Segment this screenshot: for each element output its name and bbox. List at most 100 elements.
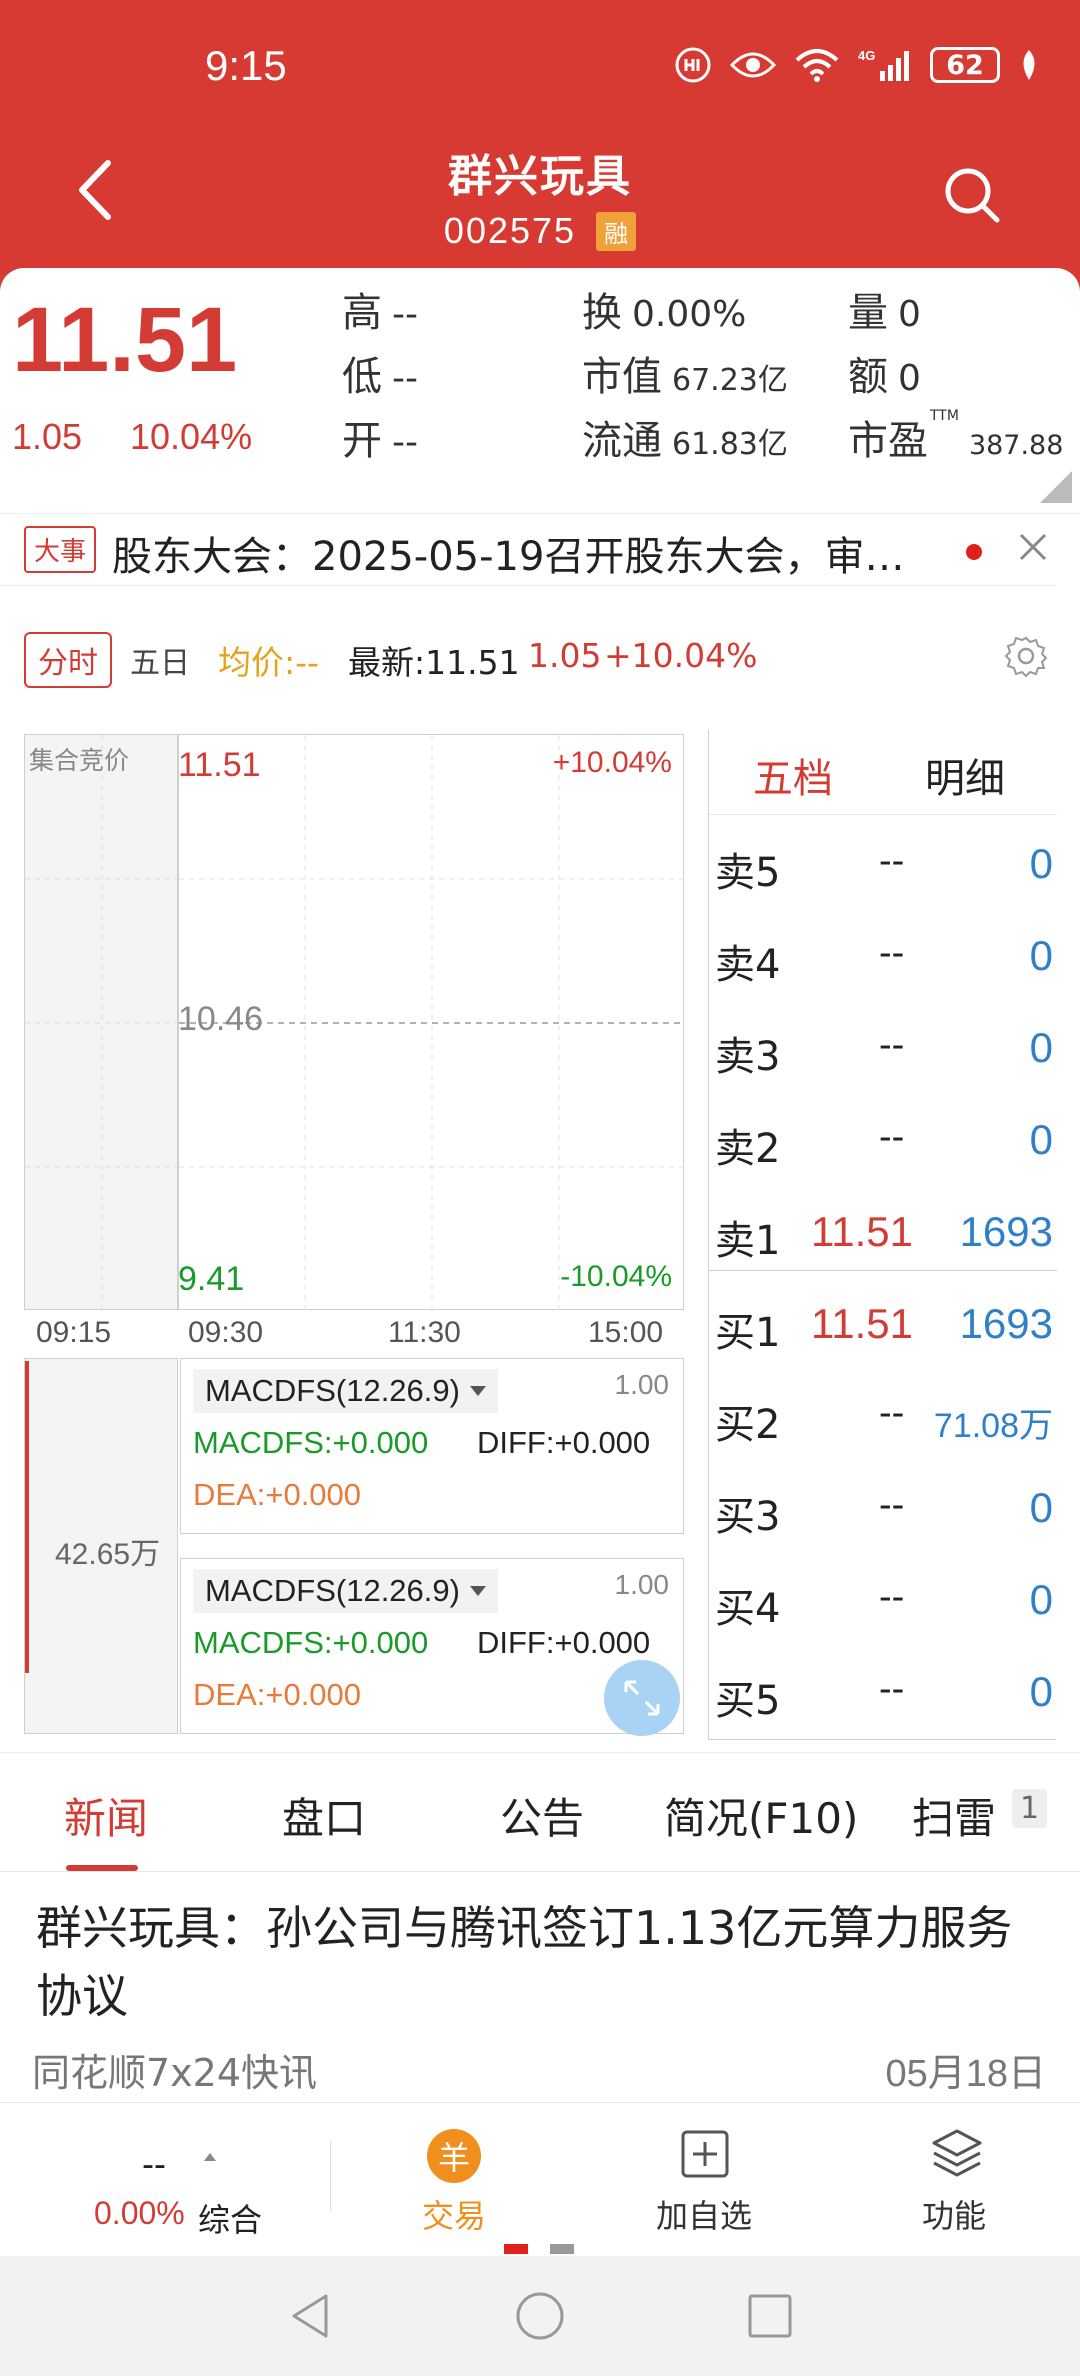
trade-icon[interactable]: 羊 [427,2129,481,2183]
dea-value: DEA:+0.000 [193,1477,362,1512]
trade-icon-glyph: 羊 [437,2139,470,2177]
chart-tab-bar: 分时 五日 均价:-- 最新:11.51 1.05 +10.04% [0,628,1080,688]
tab-five-level[interactable]: 五档 [753,746,833,804]
ob-volume: 0 [1029,1668,1053,1715]
indicator-select[interactable]: MACDFS(12.26.9) [193,1369,498,1413]
nav-back-icon[interactable] [282,2288,338,2344]
ob-price: -- [879,1116,905,1158]
buy-row[interactable]: 买3 -- 0 [709,1462,1057,1554]
sell-row[interactable]: 卖5 -- 0 [709,818,1057,910]
amount-value: 0 [898,358,921,399]
avg-price: 均价:-- [218,643,319,682]
caret-up-icon [204,2153,216,2161]
sell-row[interactable]: 卖3 -- 0 [709,1002,1057,1094]
tab-intraday[interactable]: 分时 [24,632,112,688]
ob-label: 买3 [715,1494,781,1540]
float-item: 流通 61.83亿 [582,408,788,466]
ob-label: 卖4 [715,942,781,988]
volume-value: 42.65万 [55,1538,161,1571]
quote-panel[interactable]: 11.51 1.05 10.04% 高 -- 低 -- 开 -- 换 0.00% 市值 6… [0,268,1080,513]
time-label: 09:15 [36,1316,112,1349]
buy-row[interactable]: 买1 11.51 1693 [709,1278,1057,1370]
margin-badge: 融 [596,211,637,251]
price-change-pct: 10.04% [130,416,253,457]
auction-grid [25,735,179,1311]
battery-level: 62 [946,49,984,81]
fullscreen-button[interactable] [604,1660,680,1736]
turnover-item: 换 0.00% [582,280,746,338]
mktcap-label: 市值 [582,354,662,400]
pe-label: 市盈 [848,418,928,464]
tab-news[interactable]: 新闻 [64,1785,148,1846]
news-title[interactable]: 群兴玩具：孙公司与腾讯签订1.13亿元算力服务协议 [36,1894,1046,2030]
notice-bar[interactable]: 大事 股东大会：2025-05-19召开股东大会，审… [0,513,1080,587]
ob-label: 买5 [715,1678,781,1724]
index-value: -- [142,2143,166,2184]
intraday-chart[interactable]: 集合竞价 11.51 +10.04% 10.46 9.41 -10.04% 09… [0,730,700,1740]
nav-home-icon[interactable] [512,2288,568,2344]
ob-label: 卖1 [715,1218,781,1264]
tab-five-day[interactable]: 五日 [130,638,190,682]
add-watchlist-icon[interactable] [678,2127,732,2181]
buy-row[interactable]: 买4 -- 0 [709,1554,1057,1646]
sell-row[interactable]: 卖2 -- 0 [709,1094,1057,1186]
auction-label: 集合竞价 [29,746,130,775]
functions-button[interactable]: 功能 [922,2191,986,2237]
ob-volume: 0 [1029,840,1053,887]
low-value: -- [392,358,418,399]
ob-price: -- [879,1576,905,1618]
stock-code-row: 002575 融 [0,210,1080,252]
active-tab-underline [66,1865,138,1871]
news-source: 同花顺7x24快讯 [32,2051,318,2095]
index-name[interactable]: 综合 [198,2195,262,2241]
chart-base-price: 10.46 [178,1000,264,1038]
indicator-select[interactable]: MACDFS(12.26.9) [193,1569,498,1613]
app-header: 9:15 4G 62 群兴玩具 002575 融 [0,0,1080,292]
close-icon[interactable] [1016,530,1050,564]
tab-market[interactable]: 盘口 [282,1785,366,1846]
unread-dot [966,544,982,560]
layers-icon[interactable] [928,2125,986,2183]
sell-row[interactable]: 卖4 -- 0 [709,910,1057,1002]
diff-value: DIFF:+0.000 [477,1625,651,1660]
dea-value: DEA:+0.000 [193,1677,362,1712]
chart-high-pct: +10.04% [552,746,672,779]
buy-row[interactable]: 买5 -- 0 [709,1646,1057,1738]
nav-recent-icon[interactable] [742,2288,798,2344]
indicator-name: MACDFS(12.26.9) [205,1373,460,1408]
news-date: 05月18日 [885,2053,1046,2095]
indicator-scale: 1.00 [614,1369,670,1400]
expand-corner-icon[interactable] [1040,471,1072,503]
stock-name: 群兴玩具 [448,151,632,202]
high-value: -- [392,294,418,335]
news-item[interactable]: 群兴玩具：孙公司与腾讯签订1.13亿元算力服务协议 同花顺7x24快讯 05月1… [0,1872,1080,2102]
buy-row[interactable]: 买2 -- 71.08万 [709,1370,1057,1462]
ob-price: 11.51 [811,1208,913,1255]
ob-volume: 0 [1029,1576,1053,1623]
expand-icon [624,1680,660,1716]
tab-risk-scan[interactable]: 扫雷 [912,1785,996,1846]
tab-f10[interactable]: 简况(F10) [664,1785,858,1846]
news-tab-bar: 新闻 盘口 公告 简况(F10) 扫雷 1 [0,1752,1080,1872]
tab-detail[interactable]: 明细 [925,746,1005,804]
turnover-value: 0.00% [632,294,747,335]
macdfs-value: MACDFS:+0.000 [193,1625,429,1660]
trade-button[interactable]: 交易 [422,2191,486,2237]
pe-item: 市盈TTM 387.88 [848,408,1063,466]
tab-announcement[interactable]: 公告 [500,1785,584,1846]
gear-icon[interactable] [1004,634,1048,678]
ob-volume: 0 [1029,1484,1053,1531]
search-icon[interactable] [942,165,1002,225]
ob-label: 买2 [715,1402,781,1448]
ob-label: 买1 [715,1310,781,1356]
open-item: 开 -- [342,408,418,466]
add-watchlist-button[interactable]: 加自选 [656,2191,752,2237]
bottom-action-bar: -- 0.00% 综合 羊 交易 加自选 功能 [0,2102,1080,2252]
open-label: 开 [342,418,382,464]
sell-row[interactable]: 卖1 11.51 1693 [709,1186,1057,1278]
pe-value: 387.88 [968,430,1064,461]
notice-text[interactable]: 股东大会：2025-05-19召开股东大会，审… [112,524,942,582]
macd-panel[interactable]: MACDFS(12.26.9) 1.00 MACDFS:+0.000 DIFF:… [180,1358,684,1534]
ob-volume: 0 [1029,932,1053,979]
wifi-icon [795,49,839,82]
